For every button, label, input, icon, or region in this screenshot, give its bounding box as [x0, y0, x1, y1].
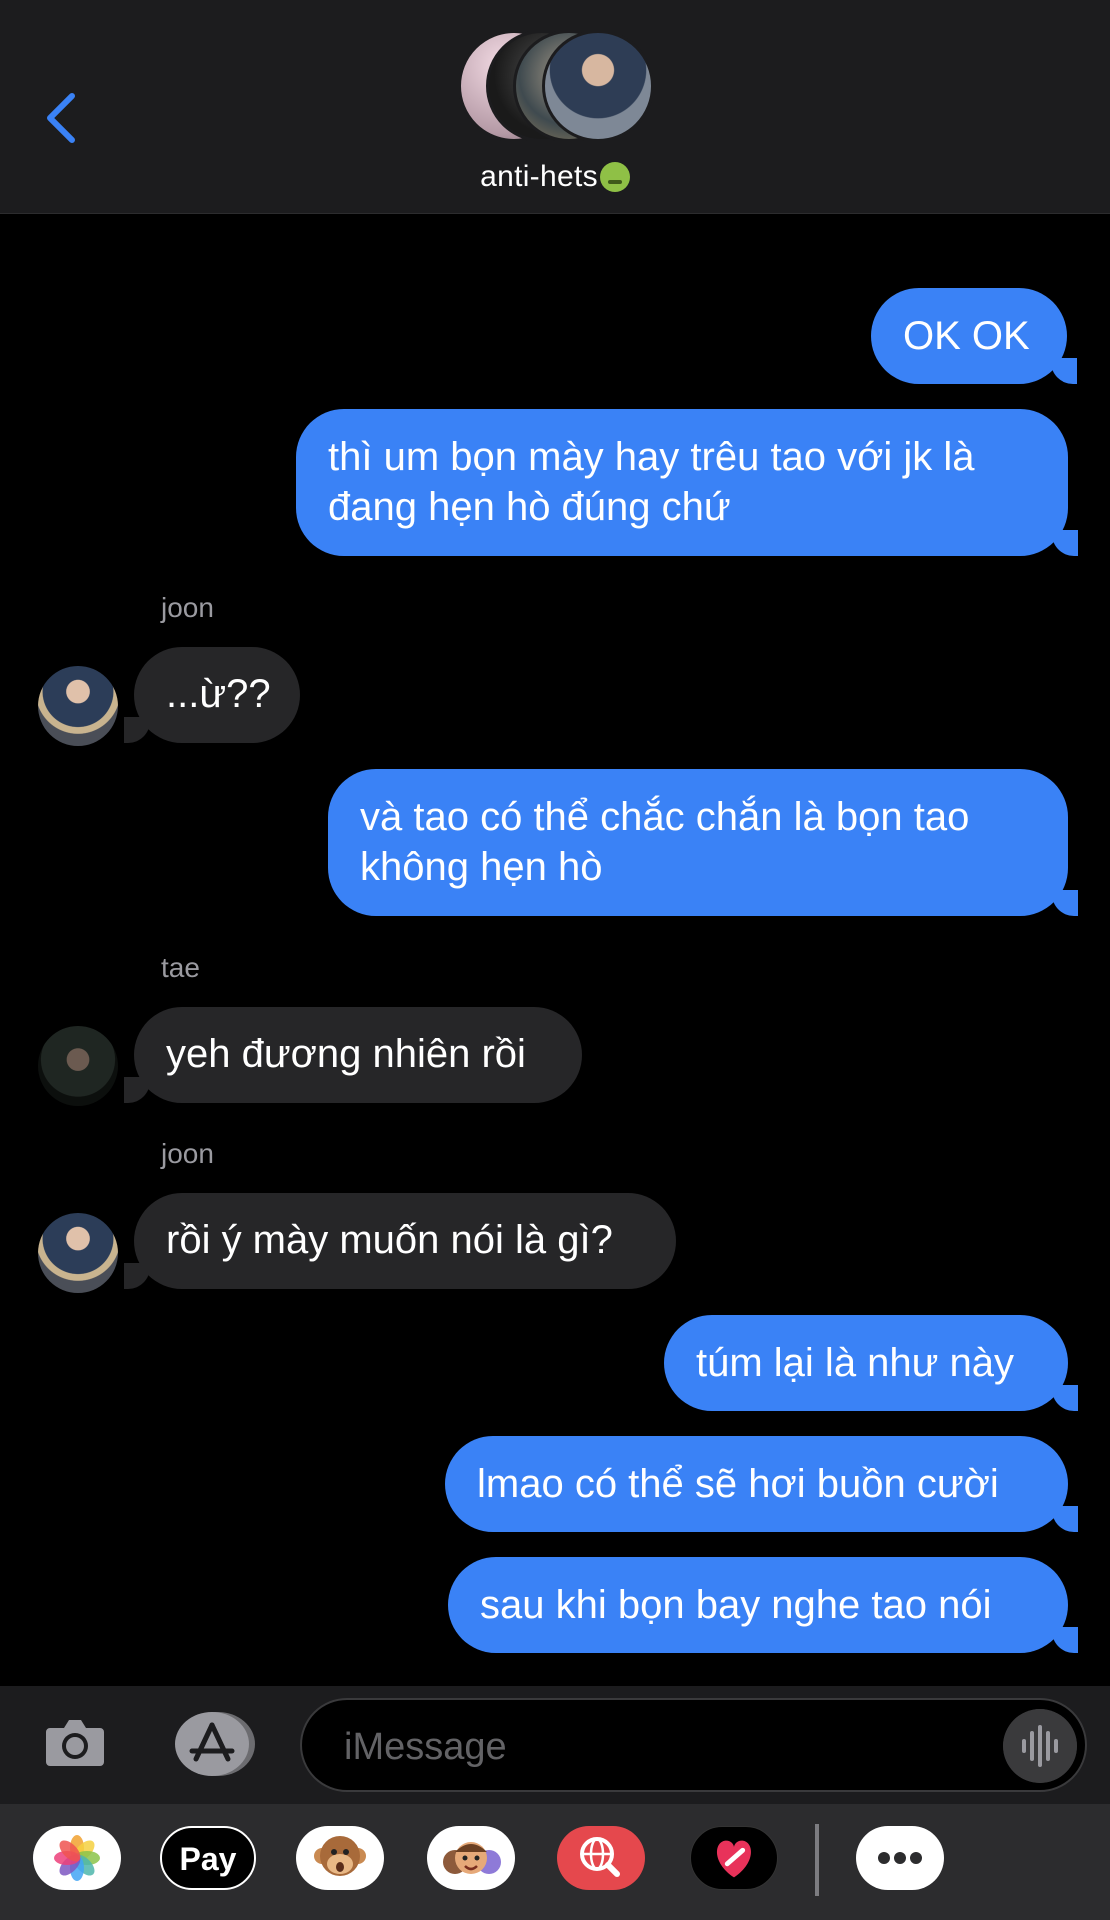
camera-icon[interactable] — [44, 1716, 106, 1770]
group-title[interactable]: anti-hets — [0, 160, 1110, 194]
compose-bar — [0, 1686, 1110, 1804]
app-drawer: Pay — [0, 1804, 1110, 1920]
voice-message-icon[interactable] — [1003, 1709, 1077, 1783]
message-text: OK OK — [903, 314, 1030, 358]
image-search-button[interactable] — [557, 1826, 645, 1890]
outgoing-message[interactable]: sau khi bọn bay nghe tao nói — [448, 1557, 1078, 1653]
monkey-icon — [314, 1836, 366, 1876]
message-text: thì um bọn mày hay trêu tao với jk là — [328, 435, 975, 479]
outgoing-message[interactable]: và tao có thể chắc chắn là bọn tao không… — [328, 769, 1078, 916]
group-avatars[interactable] — [458, 30, 654, 148]
conversation-header: anti-hets — [0, 0, 1110, 214]
animoji-button[interactable] — [296, 1826, 384, 1890]
incoming-message[interactable]: rồi ý mày muốn nói là gì? — [124, 1193, 676, 1289]
drawer-divider — [815, 1824, 819, 1896]
photos-app-button[interactable] — [33, 1826, 121, 1890]
sender-name: joon — [161, 592, 214, 623]
message-input-field[interactable] — [300, 1698, 1087, 1792]
digital-touch-button[interactable] — [690, 1826, 778, 1890]
message-text: rồi ý mày muốn nói là gì? — [166, 1218, 613, 1262]
message-input[interactable] — [342, 1718, 986, 1776]
more-icon — [878, 1852, 922, 1864]
message-text: sau khi bọn bay nghe tao nói — [480, 1583, 992, 1627]
heart-icon — [717, 1840, 751, 1878]
incoming-message[interactable]: yeh đương nhiên rồi — [124, 1007, 582, 1103]
more-apps-button[interactable] — [856, 1826, 944, 1890]
incoming-message[interactable]: ...ừ?? — [124, 647, 300, 743]
message-text: không hẹn hò — [360, 845, 603, 889]
back-chevron-icon[interactable] — [38, 88, 88, 148]
nauseated-face-emoji-icon — [599, 162, 630, 192]
member-avatar — [542, 30, 654, 142]
globe-search-icon — [580, 1837, 620, 1877]
memoji-icon — [443, 1842, 501, 1874]
photos-icon — [54, 1835, 100, 1881]
sender-name: joon — [161, 1138, 214, 1169]
message-text: túm lại là như này — [696, 1341, 1015, 1385]
group-name-text: anti-hets — [480, 160, 598, 193]
outgoing-message[interactable]: thì um bọn mày hay trêu tao với jk là đa… — [296, 409, 1078, 556]
apple-pay-label: Pay — [179, 1841, 237, 1877]
memoji-stickers-button[interactable] — [427, 1826, 515, 1890]
sender-avatar[interactable] — [38, 1213, 118, 1293]
message-text: ...ừ?? — [166, 672, 271, 716]
message-text: lmao có thể sẽ hơi buồn cười — [477, 1462, 999, 1506]
sender-avatar[interactable] — [38, 666, 118, 746]
message-text: đang hẹn hò đúng chứ — [328, 485, 731, 529]
message-text: yeh đương nhiên rồi — [166, 1032, 526, 1076]
sender-name: tae — [161, 952, 200, 983]
app-store-icon[interactable] — [170, 1711, 256, 1777]
outgoing-message[interactable]: lmao có thể sẽ hơi buồn cười — [445, 1436, 1078, 1532]
outgoing-message[interactable]: OK OK — [871, 288, 1077, 384]
apple-pay-button[interactable]: Pay — [160, 1826, 256, 1890]
outgoing-message[interactable]: túm lại là như này — [664, 1315, 1078, 1411]
sender-avatar[interactable] — [38, 1026, 118, 1106]
message-text: và tao có thể chắc chắn là bọn tao — [360, 795, 970, 839]
